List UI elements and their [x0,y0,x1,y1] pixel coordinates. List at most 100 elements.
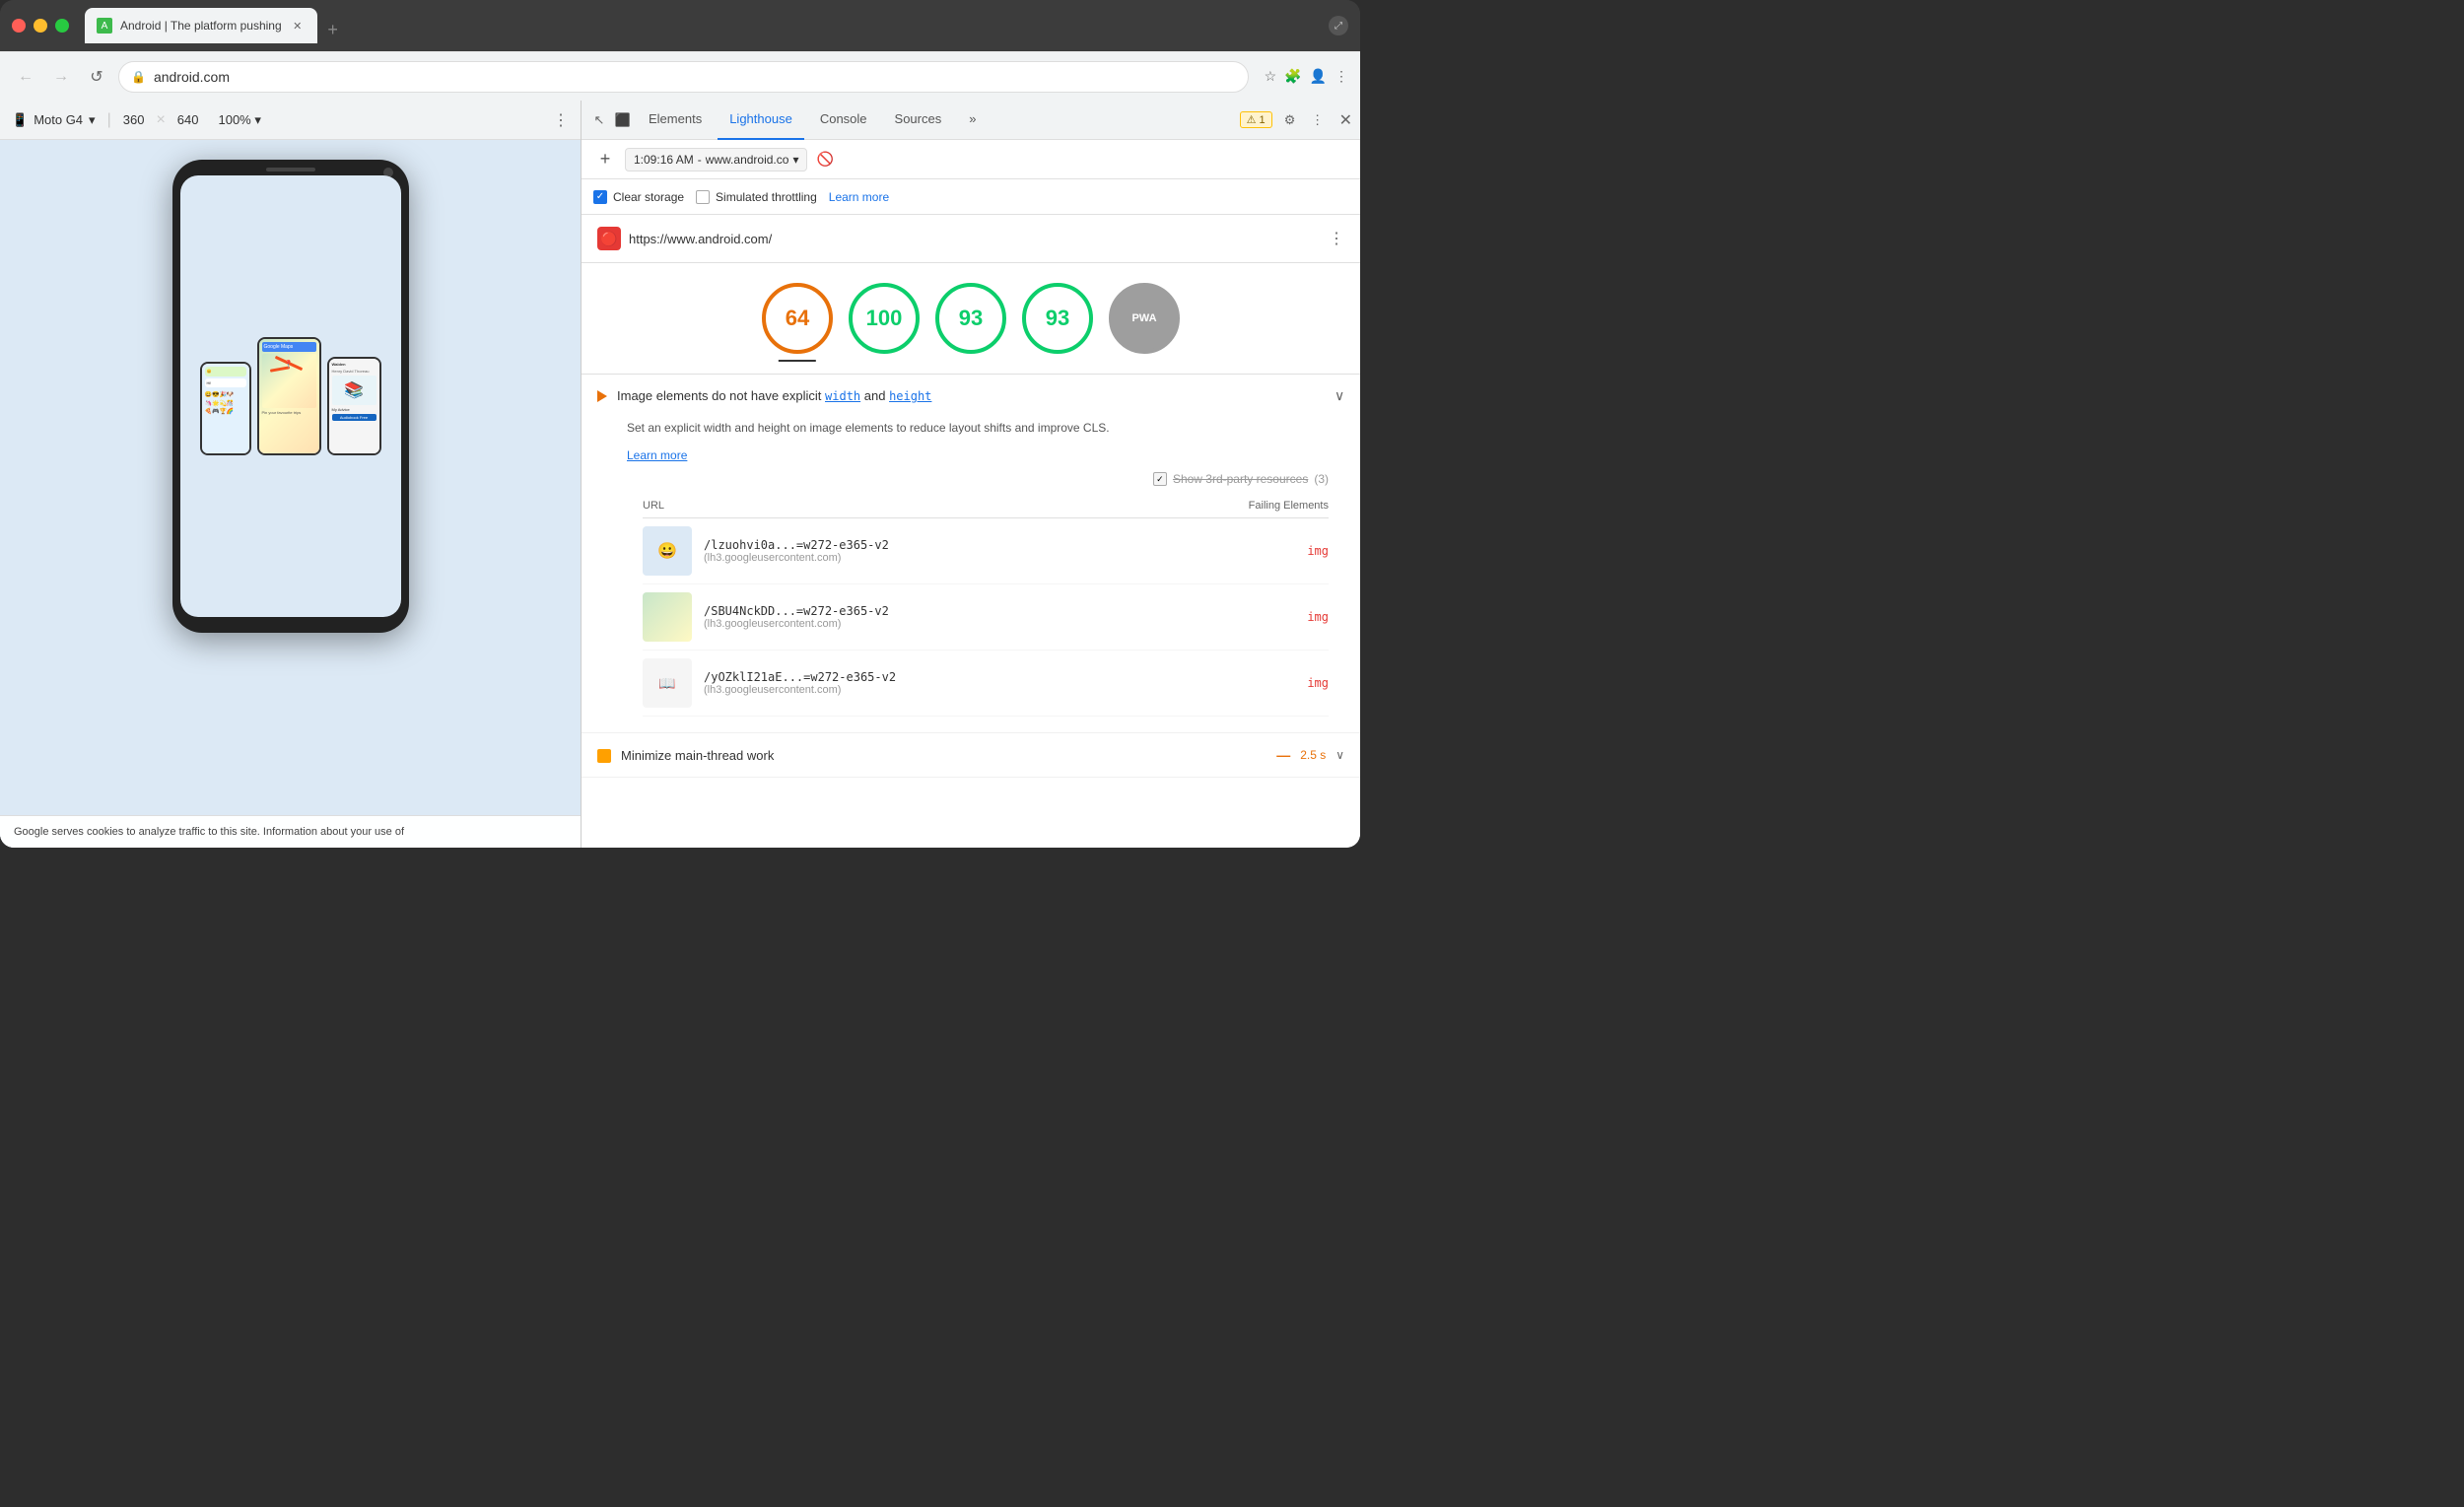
lh-clear-button[interactable]: 🚫 [815,150,835,170]
tab-elements-label: Elements [649,111,702,126]
best-practices-score-value: 93 [959,306,983,331]
table-row: 📖 /yOZklI21aE...=w272-e365-v2 (lh3.googl… [643,651,1329,717]
viewport-toolbar: 📱 Moto G4 ▾ | 360 × 640 100% ▾ ⋮ [0,101,581,140]
devtools-panel: ↖ ⬛ Elements Lighthouse Console Sources … [582,101,1360,848]
more-tabs-button[interactable]: » [957,101,988,140]
audit-image-title: Image elements do not have explicit widt… [617,388,1325,403]
url-failing-1[interactable]: img [1307,544,1329,558]
mini-phone-center: Google Maps 📍 Pin your favourite trips [257,337,321,455]
accessibility-score-value: 100 [866,306,903,331]
browser-viewport: 📱 Moto G4 ▾ | 360 × 640 100% ▾ ⋮ [0,101,582,848]
audit-minimize-header[interactable]: Minimize main-thread work — 2.5 s ∨ [582,733,1360,777]
viewport-menu-button[interactable]: ⋮ [553,110,569,130]
url-thumbnail-1: 😀 [643,526,692,576]
url-text-3: /yOZklI21aE...=w272-e365-v2 (lh3.googleu… [704,670,1295,696]
reload-button[interactable]: ↺ [83,63,110,91]
element-picker-icon[interactable]: ↖ [589,110,609,130]
audit-minimize-dash: — [1276,747,1290,763]
seo-score[interactable]: 93 [1022,283,1093,354]
audit-minimize-time: 2.5 s [1300,748,1326,762]
url-host-1: (lh3.googleusercontent.com) [704,552,1295,564]
devtools-toolbar: ↖ ⬛ Elements Lighthouse Console Sources … [582,101,1360,140]
tab-sources-label: Sources [895,111,942,126]
browser-window: A Android | The platform pushing ✕ + ⤢ ←… [0,0,1360,848]
chrome-menu-icon[interactable]: ⋮ [1335,68,1348,85]
extensions-icon[interactable]: 🧩 [1284,68,1301,85]
url-table-header: URL Failing Elements [643,494,1329,518]
viewport-width: 360 [123,112,145,127]
forward-button[interactable]: → [47,63,75,91]
clear-storage-label: Clear storage [613,190,684,204]
url-text-1: /lzuohvi0a...=w272-e365-v2 (lh3.googleus… [704,538,1295,564]
url-host-2: (lh3.googleusercontent.com) [704,618,1295,630]
performance-score-value: 64 [786,306,809,331]
zoom-arrow-icon: ▾ [254,112,261,127]
best-practices-score[interactable]: 93 [935,283,1006,354]
score-row: 64 100 93 93 PWA [582,263,1360,375]
lh-url-selector[interactable]: 1:09:16 AM - www.android.co ▾ [625,148,807,171]
tab-sources[interactable]: Sources [883,101,954,140]
third-party-checkbox[interactable]: ✓ [1153,472,1167,486]
address-input[interactable]: 🔒 android.com [118,61,1249,93]
tab-close-button[interactable]: ✕ [290,18,306,34]
pwa-score[interactable]: PWA [1109,283,1180,354]
devtools-close-button[interactable]: ✕ [1339,110,1352,130]
simulated-throttling-label: Simulated throttling [716,190,817,204]
url-failing-2[interactable]: img [1307,610,1329,624]
devtools-more-icon[interactable]: ⋮ [1308,110,1328,130]
report-icon: 🔴 [597,227,621,250]
audit-image-learn-more-link[interactable]: Learn more [627,448,687,462]
mini-phone-left: 😊 Hi! 😀😎🎉🐶 🦄🌟💫🎊 🍕🎮🏆🌈 [200,362,251,455]
lh-add-button[interactable]: + [593,148,617,171]
third-party-count: (3) [1314,472,1329,486]
simulated-throttling-checkbox[interactable]: Simulated throttling [696,190,817,204]
main-content: 📱 Moto G4 ▾ | 360 × 640 100% ▾ ⋮ [0,101,1360,848]
close-window-button[interactable] [12,19,26,33]
profile-icon[interactable]: 👤 [1310,68,1327,85]
audit-minimize-expand-icon[interactable]: ∨ [1335,748,1344,762]
audit-warning-triangle-icon [597,390,607,402]
accessibility-score[interactable]: 100 [849,283,920,354]
lh-separator: - [698,153,702,167]
tab-elements[interactable]: Elements [637,101,714,140]
zoom-selector[interactable]: 100% ▾ [218,112,260,128]
address-text: android.com [154,69,1236,85]
audit-image-header[interactable]: Image elements do not have explicit widt… [582,375,1360,419]
audit-image-elements: Image elements do not have explicit widt… [582,375,1360,733]
settings-icon[interactable]: ⚙ [1280,110,1300,130]
seo-score-value: 93 [1046,306,1069,331]
report-url: https://www.android.com/ [629,232,1321,246]
tab-console-label: Console [820,111,867,126]
audit-height-code[interactable]: height [889,389,931,403]
bookmark-icon[interactable]: ☆ [1265,68,1277,85]
device-toggle-icon[interactable]: ⬛ [613,110,633,130]
restore-button[interactable]: ⤢ [1329,16,1348,35]
viewport-x-separator: × [156,111,165,129]
tab-favicon: A [97,18,112,34]
warning-badge[interactable]: ⚠ 1 [1240,111,1272,128]
audit-width-code[interactable]: width [825,389,860,403]
audit-image-expand-icon[interactable]: ∧ [1335,388,1344,405]
failing-column-header: Failing Elements [1249,500,1329,512]
options-learn-more-link[interactable]: Learn more [829,190,889,204]
viewport-separator: | [107,111,111,129]
minimize-window-button[interactable] [34,19,47,33]
devtools-right-icons: ⚠ 1 ⚙ ⋮ ✕ [1240,110,1352,130]
back-button[interactable]: ← [12,63,39,91]
active-tab[interactable]: A Android | The platform pushing ✕ [85,8,317,43]
lh-url: www.android.co [706,153,789,167]
url-failing-3[interactable]: img [1307,676,1329,690]
phone-screen: 😊 Hi! 😀😎🎉🐶 🦄🌟💫🎊 🍕🎮🏆🌈 [180,175,401,617]
url-path-2: /SBU4NckDD...=w272-e365-v2 [704,604,1295,618]
maximize-window-button[interactable] [55,19,69,33]
device-selector[interactable]: 📱 Moto G4 ▾ [12,112,96,128]
tab-lighthouse[interactable]: Lighthouse [718,101,804,140]
performance-score[interactable]: 64 [762,283,833,354]
report-menu-button[interactable]: ⋮ [1329,229,1344,248]
new-tab-button[interactable]: + [319,16,347,43]
clear-storage-checkbox[interactable]: ✓ Clear storage [593,190,684,204]
audit-image-description: Set an explicit width and height on imag… [627,419,1344,437]
table-row: 😀 /lzuohvi0a...=w272-e365-v2 (lh3.google… [643,518,1329,584]
url-column-header: URL [643,500,664,512]
tab-console[interactable]: Console [808,101,879,140]
